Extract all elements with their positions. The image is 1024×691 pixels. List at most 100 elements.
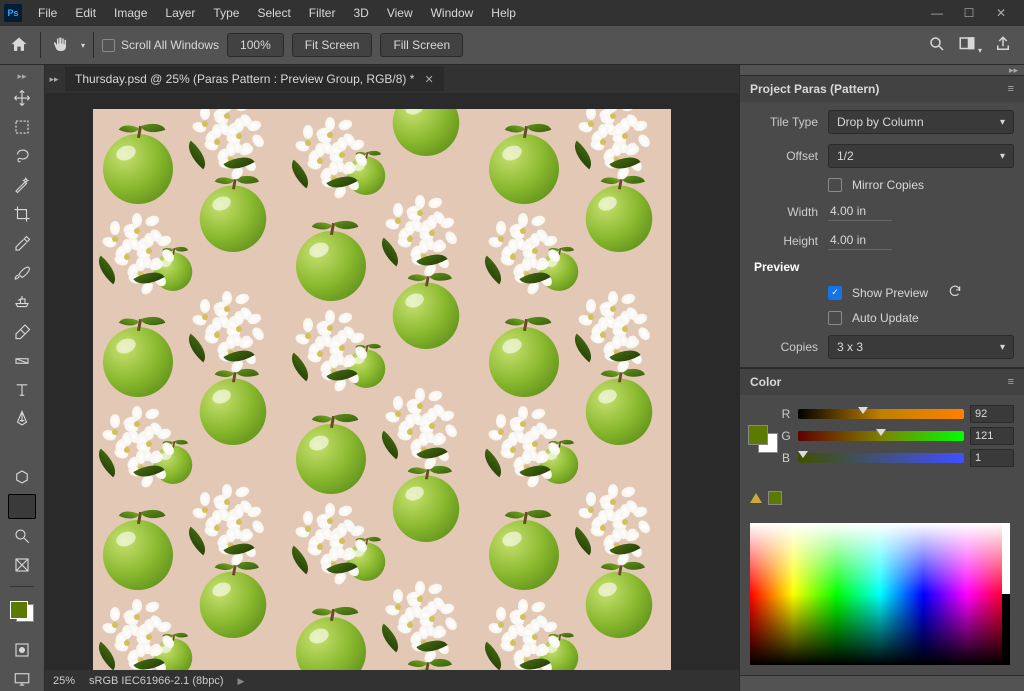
offset-select[interactable]: 1/2▾ (828, 144, 1014, 168)
type-tool[interactable] (8, 377, 36, 402)
b-label: B (780, 451, 792, 465)
close-icon[interactable]: ✕ (994, 6, 1008, 20)
menu-edit[interactable]: Edit (67, 2, 104, 24)
eraser-tool[interactable] (8, 319, 36, 344)
pattern-panel-title: Project Paras (Pattern) (750, 82, 879, 96)
gradient-tool[interactable] (8, 348, 36, 373)
menu-layer[interactable]: Layer (157, 2, 203, 24)
r-value[interactable]: 92 (970, 405, 1014, 423)
g-value[interactable]: 121 (970, 427, 1014, 445)
tile-type-label: Tile Type (750, 115, 818, 129)
minimize-icon[interactable]: — (930, 6, 944, 20)
auto-update-checkbox[interactable] (828, 311, 842, 325)
color-panel-title: Color (750, 375, 781, 389)
mirror-copies-checkbox[interactable] (828, 178, 842, 192)
color-spectrum[interactable] (750, 523, 1010, 665)
tab-close-icon[interactable]: ✕ (424, 73, 433, 86)
pen-tool[interactable] (8, 406, 36, 431)
g-slider[interactable] (798, 431, 964, 441)
magic-wand-tool[interactable] (8, 173, 36, 198)
hand-icon (49, 34, 71, 56)
document-tabs: ▸▸ Thursday.psd @ 25% (Paras Pattern : P… (45, 65, 739, 93)
hand-tool[interactable] (8, 494, 36, 519)
crop-tool[interactable] (8, 202, 36, 227)
b-value[interactable]: 1 (970, 449, 1014, 467)
copies-select[interactable]: 3 x 3▾ (828, 335, 1014, 359)
app-logo: Ps (4, 4, 22, 22)
search-icon[interactable] (928, 35, 946, 56)
pattern-panel: Project Paras (Pattern) ≡ Tile Type Drop… (740, 75, 1024, 368)
r-slider[interactable] (798, 409, 964, 419)
tile-type-select[interactable]: Drop by Column▾ (828, 110, 1014, 134)
right-collapse-icon[interactable]: ▸▸ (740, 65, 1024, 75)
panel-collapse-icon[interactable]: ▸▸ (49, 74, 59, 85)
toolbar: ▸▸ (0, 65, 45, 691)
menu-file[interactable]: File (30, 2, 65, 24)
shape-tool[interactable] (8, 465, 36, 490)
mirror-copies-label: Mirror Copies (852, 178, 924, 192)
workspace-icon[interactable]: ▾ (958, 35, 982, 56)
move-tool[interactable] (8, 85, 36, 110)
width-input[interactable]: 4.00 in (828, 202, 892, 221)
marquee-tool[interactable] (8, 114, 36, 139)
gamut-warning-icon[interactable] (750, 493, 762, 503)
screen-mode-tool[interactable] (8, 667, 36, 691)
menu-view[interactable]: View (379, 2, 421, 24)
fill-screen-button[interactable]: Fill Screen (380, 33, 463, 57)
maximize-icon[interactable]: ☐ (962, 6, 976, 20)
status-caret-icon[interactable]: ▶ (238, 676, 245, 687)
width-label: Width (750, 205, 818, 219)
g-label: G (780, 429, 792, 443)
scroll-all-label: Scroll All Windows (121, 38, 219, 52)
height-input[interactable]: 4.00 in (828, 231, 892, 250)
brush-tool[interactable] (8, 260, 36, 285)
status-profile[interactable]: sRGB IEC61966-2.1 (8bpc) (89, 675, 224, 687)
tool-preset-caret-icon[interactable]: ▾ (81, 41, 85, 50)
path-selection-tool[interactable] (8, 436, 36, 461)
canvas[interactable] (93, 109, 671, 675)
clone-stamp-tool[interactable] (8, 290, 36, 315)
menu-image[interactable]: Image (106, 2, 155, 24)
show-preview-label: Show Preview (852, 286, 928, 300)
color-swatch[interactable] (750, 427, 772, 449)
quick-mask-tool[interactable] (8, 637, 36, 662)
eyedropper-tool[interactable] (8, 231, 36, 256)
toolbar-expand-icon[interactable]: ▸▸ (17, 71, 26, 81)
status-bar: 25% sRGB IEC61966-2.1 (8bpc) ▶ (45, 670, 739, 691)
menu-3d[interactable]: 3D (345, 2, 376, 24)
fit-screen-button[interactable]: Fit Screen (292, 33, 373, 57)
menu-help[interactable]: Help (483, 2, 524, 24)
panel-menu-icon[interactable]: ≡ (1008, 376, 1014, 388)
right-panels: ▸▸ Project Paras (Pattern) ≡ Tile Type D… (739, 65, 1024, 691)
height-label: Height (750, 234, 818, 248)
lasso-tool[interactable] (8, 143, 36, 168)
options-bar: ▾ Scroll All Windows 100% Fit Screen Fil… (0, 26, 1024, 65)
r-label: R (780, 407, 792, 421)
home-button[interactable] (6, 32, 32, 58)
edit-toolbar-tool[interactable] (8, 553, 36, 578)
show-preview-checkbox[interactable] (828, 286, 842, 300)
b-slider[interactable] (798, 453, 964, 463)
scroll-all-windows-checkbox[interactable]: Scroll All Windows (102, 38, 219, 52)
share-icon[interactable] (994, 35, 1012, 56)
zoom-tool[interactable] (8, 523, 36, 548)
document-tab[interactable]: Thursday.psd @ 25% (Paras Pattern : Prev… (65, 67, 444, 91)
preview-title: Preview (754, 260, 1014, 274)
menu-filter[interactable]: Filter (301, 2, 344, 24)
copies-label: Copies (750, 340, 818, 354)
gamut-swatch[interactable] (768, 491, 782, 505)
foreground-background-color[interactable] (10, 601, 34, 623)
main-menu: File Edit Image Layer Type Select Filter… (30, 2, 524, 24)
document-area: ▸▸ Thursday.psd @ 25% (Paras Pattern : P… (45, 65, 739, 691)
menu-select[interactable]: Select (249, 2, 298, 24)
offset-label: Offset (750, 149, 818, 163)
menubar: Ps File Edit Image Layer Type Select Fil… (0, 0, 1024, 26)
menu-type[interactable]: Type (205, 2, 247, 24)
status-zoom[interactable]: 25% (53, 675, 75, 687)
color-panel: Color ≡ R 92 G 121 (740, 368, 1024, 676)
panel-menu-icon[interactable]: ≡ (1008, 83, 1014, 95)
refresh-icon[interactable] (948, 284, 962, 301)
menu-window[interactable]: Window (423, 2, 482, 24)
document-tab-label: Thursday.psd @ 25% (Paras Pattern : Prev… (75, 72, 414, 86)
zoom-100-button[interactable]: 100% (227, 33, 284, 57)
